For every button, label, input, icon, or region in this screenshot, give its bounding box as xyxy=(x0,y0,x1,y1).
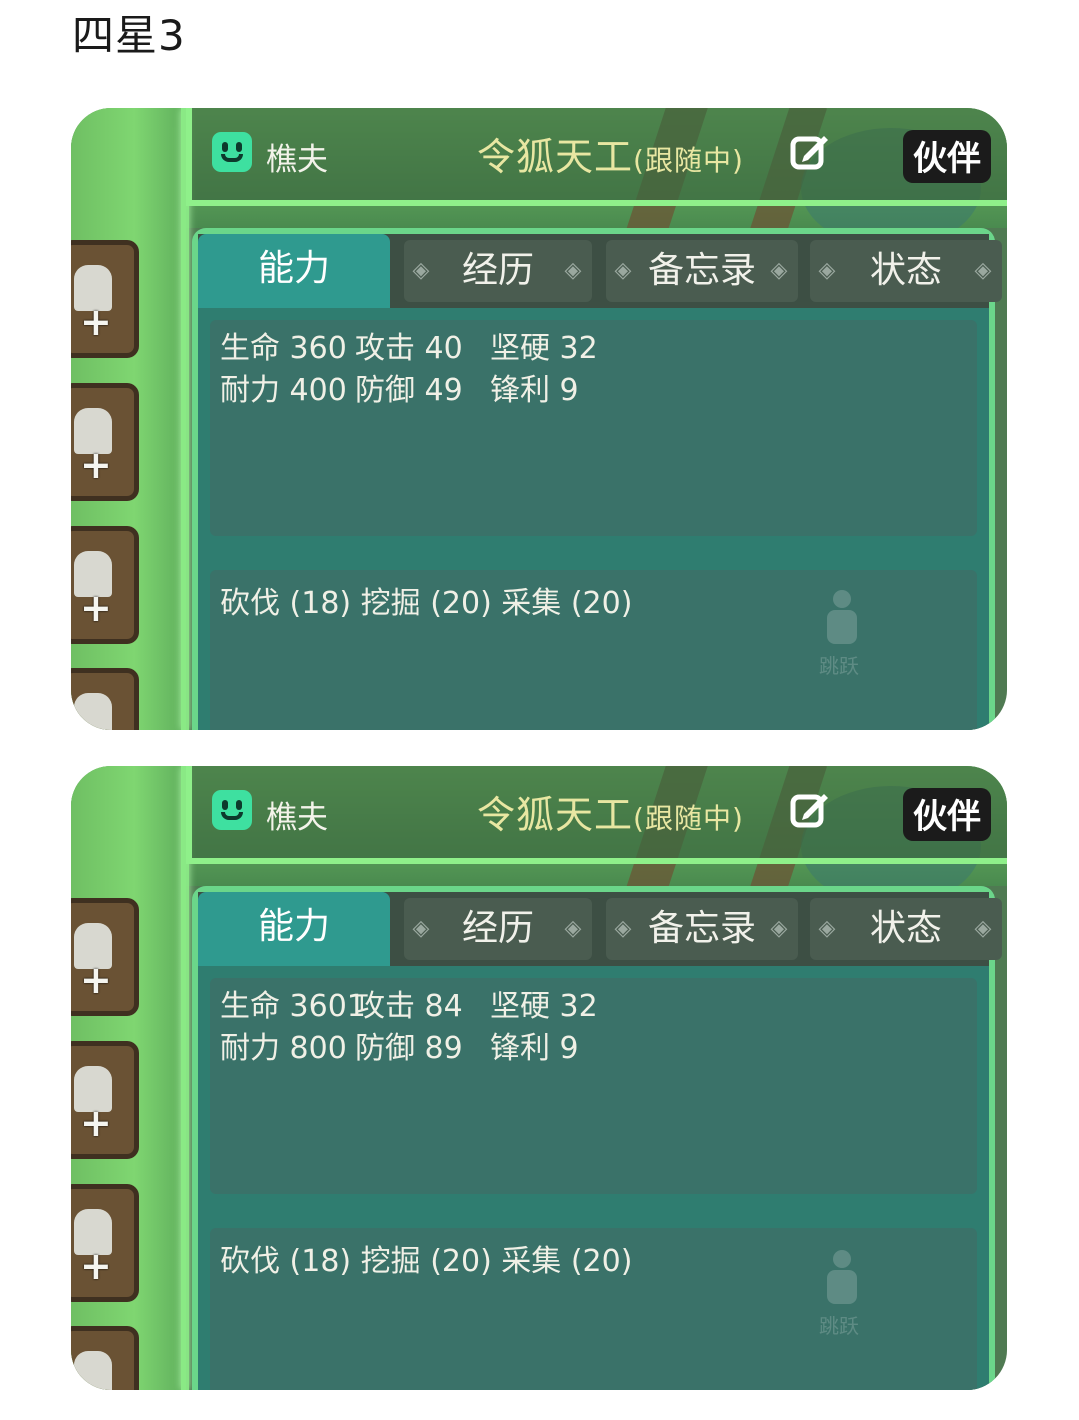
stat-attack: 攻击 84 xyxy=(355,989,463,1024)
equipment-slot[interactable]: + xyxy=(71,898,139,1016)
item-slot-column: + + + xyxy=(71,766,151,1390)
stat-defense: 防御 49 xyxy=(355,373,463,408)
equipment-slot[interactable]: + xyxy=(71,526,139,644)
equipment-slot[interactable] xyxy=(71,668,139,730)
tab-status[interactable]: ◈ 状态 ◈ xyxy=(810,240,1002,302)
plus-icon: + xyxy=(80,958,112,1002)
equipment-slot[interactable]: + xyxy=(71,240,139,358)
item-slot-column: + + + xyxy=(71,108,151,730)
stat-hp: 生命 360 xyxy=(220,331,347,366)
stats-row: 耐力 800 防御 89 锋利 9 xyxy=(220,1028,598,1070)
character-panel: 能力 ◈ 经历 ◈ ◈ 备忘录 ◈ ◈ 状态 ◈ 生命 360 攻击 40 坚硬 32 耐力 4… xyxy=(192,228,1002,730)
stats-row: 耐力 400 防御 49 锋利 9 xyxy=(220,370,598,412)
plus-icon: + xyxy=(80,1101,112,1145)
jump-watermark-icon: 跳跃 xyxy=(819,1250,867,1340)
follow-status: (跟随中) xyxy=(633,802,744,835)
tab-history[interactable]: ◈ 经历 ◈ xyxy=(404,240,592,302)
partner-badge[interactable]: 伙伴 xyxy=(903,130,991,183)
stats-box: 生命 3601攻击 84 坚硬 32 耐力 800 防御 89 锋利 9 xyxy=(210,978,977,1194)
character-name: 令狐天工 xyxy=(477,793,634,837)
equipment-slot[interactable]: + xyxy=(71,1184,139,1302)
skills-line: 砍伐 (18) 挖掘 (20) 采集 (20) xyxy=(220,1244,633,1279)
tab-ability[interactable]: 能力 xyxy=(198,234,390,308)
character-name: 令狐天工 xyxy=(477,135,634,179)
edit-pencil-icon[interactable] xyxy=(790,790,830,830)
tab-memo[interactable]: ◈ 备忘录 ◈ xyxy=(606,898,798,960)
stat-hardness: 坚硬 32 xyxy=(490,989,598,1024)
tab-status[interactable]: ◈ 状态 ◈ xyxy=(810,898,1002,960)
equipment-slot[interactable]: + xyxy=(71,383,139,501)
stat-hardness: 坚硬 32 xyxy=(490,331,598,366)
tab-bar: 能力 ◈ 经历 ◈ ◈ 备忘录 ◈ ◈ 状态 ◈ xyxy=(198,892,1002,966)
plus-icon: + xyxy=(80,586,112,630)
character-card-2: + + + 樵夫 令狐天工(跟随中) 伙伴 能力 ◈ 经历 ◈ ◈ 备忘录 ◈ … xyxy=(71,766,1007,1390)
follow-status: (跟随中) xyxy=(633,144,744,177)
edit-pencil-icon[interactable] xyxy=(790,132,830,172)
skills-box: 砍伐 (18) 挖掘 (20) 采集 (20) 跳跃 xyxy=(210,1228,977,1390)
plus-icon: + xyxy=(80,443,112,487)
tab-ability[interactable]: 能力 xyxy=(198,892,390,966)
skills-line: 砍伐 (18) 挖掘 (20) 采集 (20) xyxy=(220,586,633,621)
equipment-slot[interactable]: + xyxy=(71,1041,139,1159)
character-panel: 能力 ◈ 经历 ◈ ◈ 备忘录 ◈ ◈ 状态 ◈ 生命 3601攻击 84 坚硬 32 耐力 … xyxy=(192,886,1002,1390)
shoe-icon xyxy=(74,1351,112,1390)
character-header: 樵夫 令狐天工(跟随中) 伙伴 xyxy=(186,766,1007,864)
tab-history[interactable]: ◈ 经历 ◈ xyxy=(404,898,592,960)
stat-sharpness: 锋利 9 xyxy=(490,1031,579,1066)
stats-grid: 生命 360 攻击 40 坚硬 32 耐力 400 防御 49 锋利 9 xyxy=(220,328,598,412)
stats-box: 生命 360 攻击 40 坚硬 32 耐力 400 防御 49 锋利 9 xyxy=(210,320,977,536)
partner-badge[interactable]: 伙伴 xyxy=(903,788,991,841)
character-title: 令狐天工(跟随中) xyxy=(477,126,744,181)
plus-icon: + xyxy=(80,300,112,344)
stat-hp: 生命 3601 xyxy=(220,989,366,1024)
smile-face-icon xyxy=(212,132,252,172)
tab-bar: 能力 ◈ 经历 ◈ ◈ 备忘录 ◈ ◈ 状态 ◈ xyxy=(198,234,1002,308)
tab-memo[interactable]: ◈ 备忘录 ◈ xyxy=(606,240,798,302)
equipment-slot[interactable] xyxy=(71,1326,139,1390)
skills-box: 砍伐 (18) 挖掘 (20) 采集 (20) 跳跃 xyxy=(210,570,977,730)
character-card-1: + + + 樵夫 令狐天工(跟随中) 伙伴 能力 ◈ 经历 ◈ ◈ 备忘录 ◈ … xyxy=(71,108,1007,730)
plus-icon: + xyxy=(80,1244,112,1288)
stats-row: 生命 360 攻击 40 坚硬 32 xyxy=(220,328,598,370)
jump-watermark-icon: 跳跃 xyxy=(819,590,867,680)
stat-stamina: 耐力 800 xyxy=(220,1031,347,1066)
character-title: 令狐天工(跟随中) xyxy=(477,784,744,839)
smile-face-icon xyxy=(212,790,252,830)
stats-row: 生命 3601攻击 84 坚硬 32 xyxy=(220,986,598,1028)
shoe-icon xyxy=(74,693,112,730)
stat-stamina: 耐力 400 xyxy=(220,373,347,408)
stat-defense: 防御 89 xyxy=(355,1031,463,1066)
stat-attack: 攻击 40 xyxy=(355,331,463,366)
npc-name: 樵夫 xyxy=(266,142,328,178)
npc-name: 樵夫 xyxy=(266,800,328,836)
page-heading: 四星3 xyxy=(72,11,186,60)
stats-grid: 生命 3601攻击 84 坚硬 32 耐力 800 防御 89 锋利 9 xyxy=(220,986,598,1070)
stat-sharpness: 锋利 9 xyxy=(490,373,579,408)
character-header: 樵夫 令狐天工(跟随中) 伙伴 xyxy=(186,108,1007,206)
